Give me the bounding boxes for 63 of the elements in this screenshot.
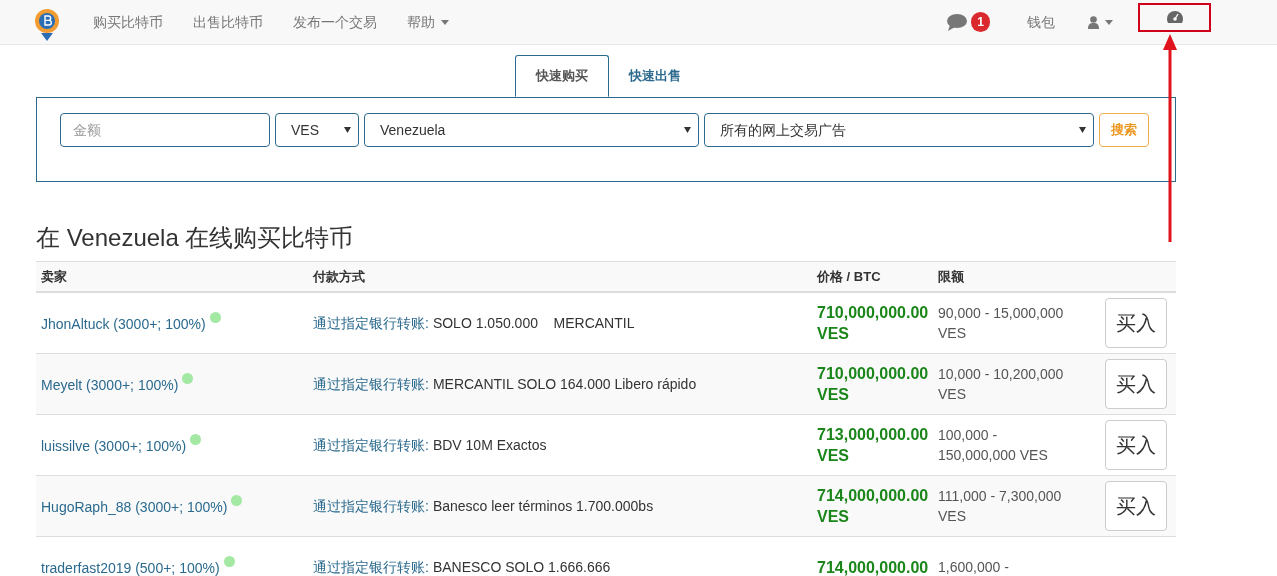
price: 714,000,000.00 bbox=[817, 557, 930, 576]
payment-details: Banesco leer términos 1.700.000bs bbox=[432, 496, 654, 516]
chat-icon bbox=[947, 13, 968, 31]
currency-select[interactable]: VES bbox=[275, 113, 359, 147]
column-header: 付款方式 bbox=[311, 267, 366, 286]
messages-link[interactable]: 1 bbox=[935, 0, 1002, 44]
seller-link[interactable]: HugoRaph_88 (3000+; 100%) bbox=[41, 496, 228, 518]
dashboard-icon bbox=[1166, 11, 1183, 23]
nav-link[interactable]: 购买比特币 bbox=[78, 0, 178, 45]
limit-text: 100,000 - bbox=[938, 426, 999, 445]
bitcoin-logo-icon bbox=[34, 8, 60, 42]
tab[interactable]: 快速购买 bbox=[515, 55, 609, 97]
limit-text: VES bbox=[938, 324, 967, 343]
tab[interactable]: 快速出售 bbox=[609, 55, 701, 97]
seller-link[interactable]: Meyelt (3000+; 100%) bbox=[41, 374, 179, 396]
buy-button[interactable]: 买入 bbox=[1105, 359, 1167, 409]
method-select[interactable]: 所有的网上交易广告 bbox=[704, 113, 1094, 147]
price-currency: VES bbox=[817, 446, 850, 466]
dropdown-icon bbox=[1079, 127, 1086, 133]
payment-details: MERCANTIL SOLO 164.000 Libero rápido bbox=[432, 374, 697, 394]
limit-text: 10,000 - 10,200,000 bbox=[938, 365, 1065, 384]
limit-text: 150,000,000 VES bbox=[938, 446, 1049, 465]
seller-link[interactable]: JhonAltuck (3000+; 100%) bbox=[41, 313, 206, 335]
column-header: 限额 bbox=[937, 267, 965, 286]
dropdown-icon bbox=[344, 127, 351, 133]
limit-text: VES bbox=[938, 385, 967, 404]
payment-details: BANESCO SOLO 1.666.666 bbox=[432, 557, 611, 576]
payment-method-link[interactable]: 通过指定银行转账: bbox=[313, 312, 429, 334]
wallet-link[interactable]: 钱包 bbox=[1012, 0, 1070, 45]
price: 713,000,000.00 bbox=[817, 425, 930, 445]
caret-icon bbox=[1105, 19, 1113, 25]
limit-text: VES bbox=[938, 507, 967, 526]
nav-link[interactable]: 出售比特币 bbox=[178, 0, 278, 45]
limit-text: 111,000 - 7,300,000 bbox=[938, 487, 1063, 506]
payment-method-link[interactable]: 通过指定银行转账: bbox=[313, 373, 429, 395]
limit-text: 1,600,000 - bbox=[938, 558, 1010, 576]
buy-button[interactable]: 买入 bbox=[1105, 298, 1167, 348]
nav-link[interactable]: 帮助 bbox=[392, 0, 464, 45]
payment-details: BDV 10M Exactos bbox=[432, 435, 547, 455]
price: 714,000,000.00 bbox=[817, 486, 930, 506]
column-header: 价格 / BTC bbox=[815, 267, 882, 286]
seller-link[interactable]: traderfast2019 (500+; 100%) bbox=[41, 557, 220, 576]
dropdown-icon bbox=[684, 127, 691, 133]
limit-text: 90,000 - 15,000,000 bbox=[938, 304, 1065, 323]
nav-link[interactable]: 发布一个交易 bbox=[278, 0, 392, 45]
price: 710,000,000.00 bbox=[817, 364, 930, 384]
buy-button[interactable]: 买入 bbox=[1105, 420, 1167, 470]
payment-method-link[interactable]: 通过指定银行转账: bbox=[313, 495, 429, 517]
column-header: 卖家 bbox=[40, 267, 68, 286]
price-currency: VES bbox=[817, 385, 850, 405]
buy-button[interactable]: 买入 bbox=[1105, 481, 1167, 531]
price: 710,000,000.00 bbox=[817, 303, 930, 323]
payment-details: SOLO 1.050.000 MERCANTIL bbox=[432, 313, 635, 333]
price-currency: VES bbox=[817, 324, 850, 344]
payment-method-link[interactable]: 通过指定银行转账: bbox=[313, 434, 429, 456]
notification-badge: 1 bbox=[971, 12, 990, 32]
user-icon bbox=[1088, 15, 1099, 29]
payment-method-link[interactable]: 通过指定银行转账: bbox=[313, 556, 429, 576]
price-currency: VES bbox=[817, 507, 850, 527]
amount-field[interactable]: 金额 bbox=[60, 113, 270, 147]
page-heading: 在 Venezuela 在线购买比特币 bbox=[36, 223, 355, 253]
seller-link[interactable]: luissilve (3000+; 100%) bbox=[41, 435, 187, 457]
country-select[interactable]: Venezuela bbox=[364, 113, 699, 147]
